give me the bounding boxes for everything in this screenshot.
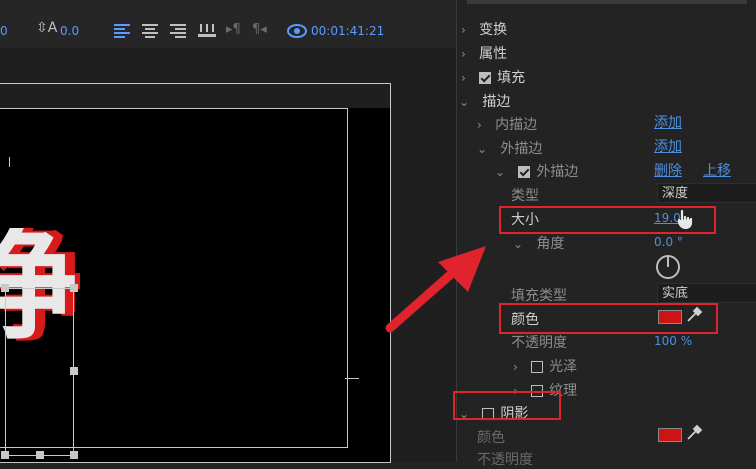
align-left-icon[interactable] [114,24,132,40]
inner-stroke-row[interactable]: › 内描边 [477,114,537,134]
background-video-icon[interactable] [286,22,308,40]
video-canvas: 净 [0,83,391,463]
annotation-arrow-icon [385,246,486,333]
angle-row: ⌄ 角度 [513,236,565,252]
fill-type-label: 填充类型 [511,288,567,304]
fill-type-select[interactable]: 实底 [657,283,756,303]
center-mark [345,378,359,379]
angle-dial-icon[interactable] [655,254,681,280]
section-attributes[interactable]: › 属性 [461,43,507,63]
shadow-color-label: 颜色 [477,430,505,446]
highlight-color [499,303,718,334]
selection-handle[interactable] [70,367,78,375]
selection-handle[interactable] [1,451,9,459]
selection-handle[interactable] [1,284,9,292]
angle-value[interactable]: 0.0 ° [654,235,683,249]
tracking-icon: ⇳A [36,20,58,36]
paragraph-ltr-icon[interactable]: ▸¶ [226,22,241,37]
highlight-size [499,206,716,234]
selection-handle[interactable] [36,451,44,459]
align-right-icon[interactable] [170,24,188,40]
panel-header-strip [467,0,747,4]
section-transform[interactable]: › 变换 [461,19,507,39]
selection-box[interactable] [5,288,74,456]
title-toolbar: 0 ⇳A 0.0 ▸¶ ¶◂ 00:01:41:21 [0,0,456,48]
tab-stops-icon[interactable] [198,22,218,40]
move-up-link[interactable]: 上移 [703,160,731,180]
type-select[interactable]: 深度 [657,183,756,203]
highlight-shadow [453,391,561,420]
timecode[interactable]: 00:01:41:21 [311,24,384,38]
outer-stroke-checkbox[interactable] [518,166,531,178]
shadow-eyedropper-icon[interactable] [685,424,703,442]
add-inner-stroke-link[interactable]: 添加 [654,112,682,132]
outer-stroke-row[interactable]: ⌄ 外描边 [477,138,542,158]
gloss-row[interactable]: › 光泽 [513,356,577,376]
gloss-checkbox[interactable] [531,361,544,373]
delete-link[interactable]: 删除 [654,160,682,180]
add-outer-stroke-link[interactable]: 添加 [654,136,682,156]
selection-handle[interactable] [70,284,78,292]
opacity-label: 不透明度 [511,335,567,351]
opacity-value[interactable]: 100 % [654,334,692,348]
tracking-value[interactable]: 0.0 [60,24,79,38]
paragraph-rtl-icon[interactable]: ¶◂ [252,22,267,37]
section-stroke[interactable]: ⌄ 描边 [459,91,510,111]
value-left[interactable]: 0 [0,24,8,38]
fill-checkbox[interactable] [479,72,492,84]
shadow-opacity-label: 不透明度 [477,452,533,468]
outer-stroke-item[interactable]: ⌄ 外描边 [495,161,578,181]
selection-handle[interactable] [70,451,78,459]
type-label: 类型 [511,188,539,204]
guide-tick [9,157,10,167]
section-fill[interactable]: › 填充 [461,67,525,87]
shadow-color-swatch[interactable] [658,428,682,442]
align-center-icon[interactable] [142,24,160,40]
